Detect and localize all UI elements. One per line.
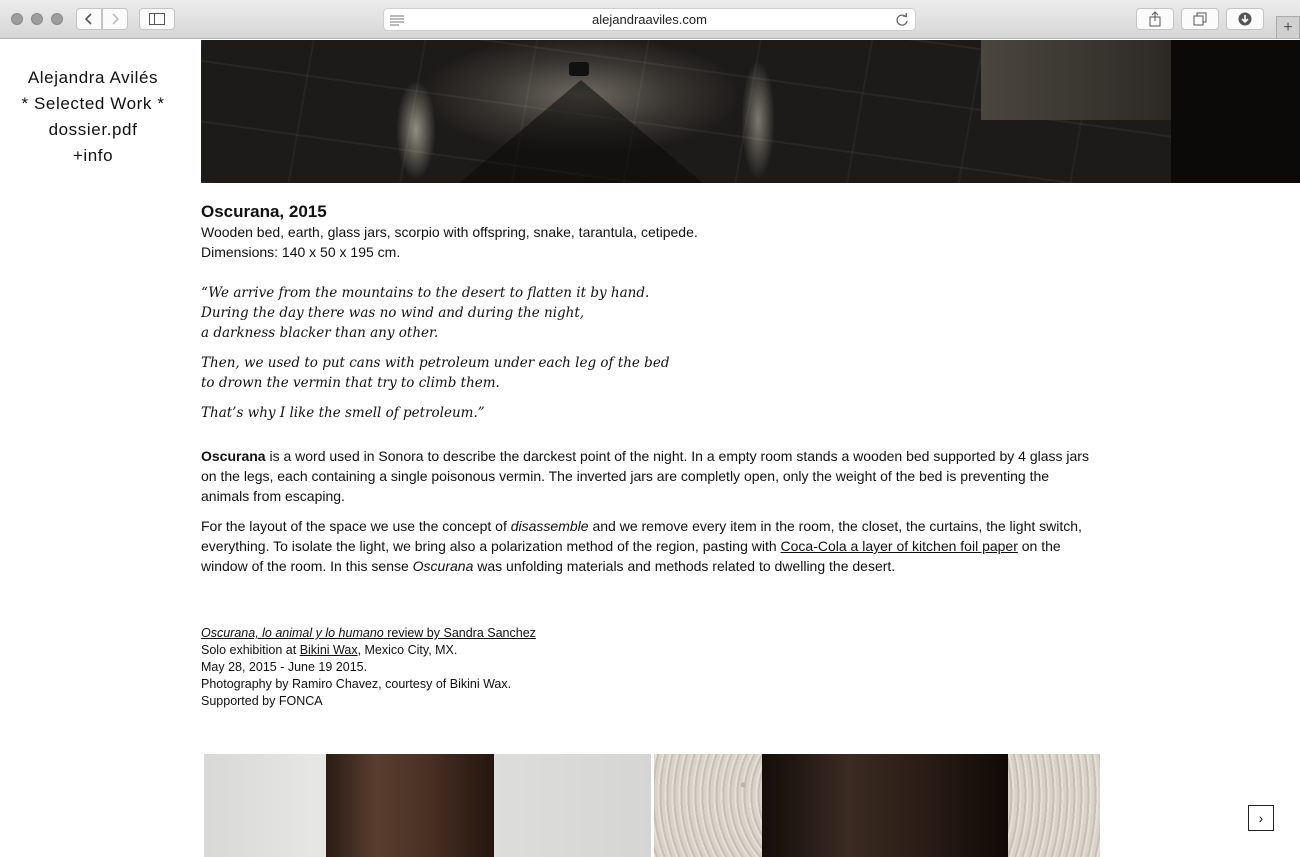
gallery-photo[interactable] xyxy=(654,754,1100,857)
address-text: alejandraaviles.com xyxy=(592,12,707,27)
tabs-overview-button[interactable] xyxy=(1181,8,1219,30)
close-window-button[interactable] xyxy=(11,13,23,25)
tabs-icon xyxy=(1193,12,1207,26)
artwork-hero-image xyxy=(201,40,1300,183)
review-link[interactable]: Oscurana, lo animal y lo humano review b… xyxy=(201,626,536,640)
artwork-photo-gallery xyxy=(204,754,1100,857)
artwork-dimensions: Dimensions: 140 x 50 x 195 cm. xyxy=(201,244,401,260)
zoom-window-button[interactable] xyxy=(51,13,63,25)
nav-dossier-pdf[interactable]: dossier.pdf xyxy=(0,117,186,143)
share-button[interactable] xyxy=(1136,8,1174,30)
bikini-wax-link[interactable]: Bikini Wax xyxy=(300,643,358,657)
sidebar-toggle-button[interactable] xyxy=(139,8,175,30)
share-icon xyxy=(1149,11,1161,27)
poem-stanza: “We arrive from the mountains to the des… xyxy=(201,285,650,341)
sidebar-icon xyxy=(149,13,165,25)
gallery-photo[interactable] xyxy=(204,754,651,857)
minimize-window-button[interactable] xyxy=(31,13,43,25)
main-content: Oscurana, 2015 Wooden bed, earth, glass … xyxy=(201,40,1300,710)
plus-icon: + xyxy=(1283,18,1293,36)
next-project-button[interactable]: › xyxy=(1248,805,1274,831)
nav-info[interactable]: +info xyxy=(0,143,186,169)
chevron-left-icon xyxy=(84,13,92,25)
chevron-right-icon xyxy=(112,13,120,25)
browser-toolbar: alejandraaviles.com + xyxy=(0,0,1300,39)
download-icon xyxy=(1238,12,1252,26)
forward-button[interactable] xyxy=(102,8,128,30)
description-paragraph: For the layout of the space we use the c… xyxy=(201,518,1082,574)
artwork-description: Oscurana is a word used in Sonora to des… xyxy=(201,446,1101,576)
chevron-right-icon: › xyxy=(1258,810,1264,826)
support-credit: Supported by FONCA xyxy=(201,694,323,708)
downloads-button[interactable] xyxy=(1226,8,1264,30)
new-tab-button[interactable]: + xyxy=(1276,16,1300,38)
artwork-materials: Wooden bed, earth, glass jars, scorpio w… xyxy=(201,224,698,240)
description-paragraph: Oscurana is a word used in Sonora to des… xyxy=(201,448,1089,504)
address-bar[interactable]: alejandraaviles.com xyxy=(383,8,916,31)
nav-selected-work[interactable]: * Selected Work * xyxy=(0,91,186,117)
artwork-poem: “We arrive from the mountains to the des… xyxy=(201,283,1101,423)
reload-icon[interactable] xyxy=(895,13,909,27)
site-title-link[interactable]: Alejandra Avilés xyxy=(0,65,186,91)
photo-credit: Photography by Ramiro Chavez, courtesy o… xyxy=(201,677,512,691)
back-button[interactable] xyxy=(76,8,102,30)
poem-stanza: Then, we used to put cans with petroleum… xyxy=(201,355,670,391)
artwork-credits: Oscurana, lo animal y lo humano review b… xyxy=(201,626,536,708)
reader-icon[interactable] xyxy=(390,14,404,26)
poem-stanza: That’s why I like the smell of petroleum… xyxy=(201,405,485,421)
artwork-title: Oscurana, 2015 xyxy=(201,202,327,221)
site-navigation: Alejandra Avilés * Selected Work * dossi… xyxy=(0,40,186,169)
exhibition-dates: May 28, 2015 - June 19 2015. xyxy=(201,660,368,674)
coca-cola-foil-link[interactable]: Coca-Cola a layer of kitchen foil paper xyxy=(781,538,1018,554)
